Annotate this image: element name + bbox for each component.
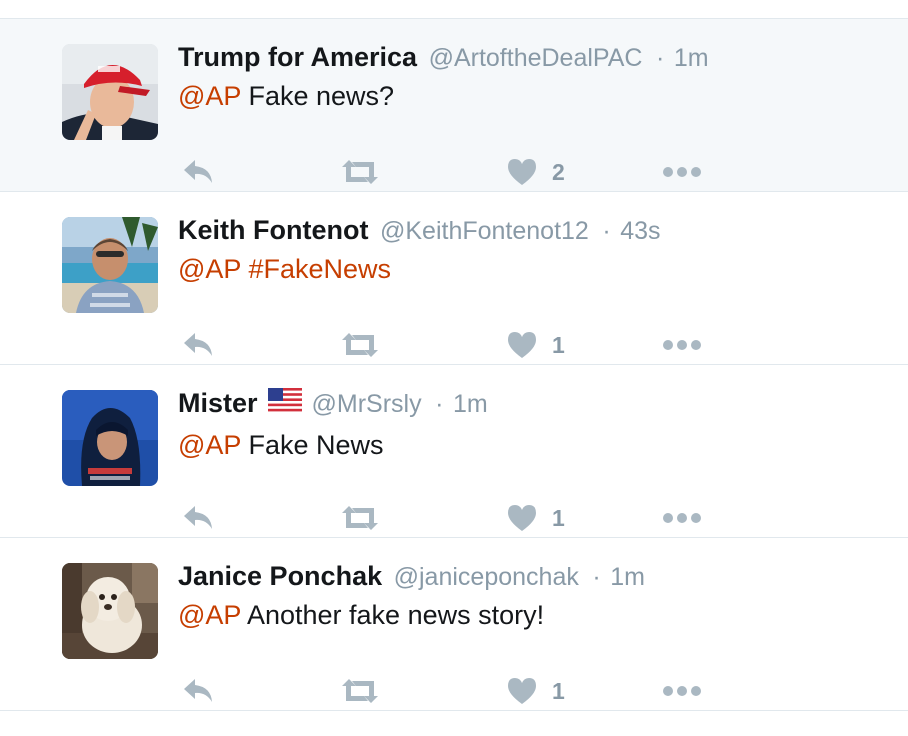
tweet-separator: · [602,217,611,245]
retweet-icon [342,679,378,703]
retweet-icon [342,333,378,357]
tweet-author-name[interactable]: Janice Ponchak [178,561,382,591]
heart-icon [508,505,536,531]
avatar-hooded-swimmer-image [62,390,158,486]
tweet-timestamp[interactable]: 1m [674,44,709,72]
like-count: 2 [552,158,565,185]
tweet-actions: 1 [178,674,738,708]
tweet-body: Fake News [240,430,384,460]
avatar[interactable] [62,44,158,140]
timeline-top-spacer [0,0,908,19]
tweet-item[interactable]: Janice Ponchak @janiceponchak · 1m @AP A… [0,538,908,711]
mention-link[interactable]: @AP [178,430,241,460]
tweet-text: @AP Fake news? [178,78,888,114]
tweet-author-name[interactable]: Mister [178,388,258,418]
tweet-header: Mister @MrSrsly · 1m [178,383,888,427]
tweet-username[interactable]: @KeithFontenot12 [380,217,589,245]
hashtag-link[interactable]: #FakeNews [248,254,391,284]
tweet-item[interactable]: Trump for America @ArtoftheDealPAC · 1m … [0,19,908,192]
tweet-body: Fake news? [240,81,395,111]
reply-icon [184,333,212,356]
reply-button[interactable] [182,501,216,535]
tweet-body: Another fake news story! [240,600,545,630]
retweet-button[interactable] [340,155,380,189]
tweet-timestamp[interactable]: 1m [610,563,645,591]
tweet-item[interactable]: Keith Fontenot @KeithFontenot12 · 43s @A… [0,192,908,365]
avatar-red-cap-image [62,44,158,140]
more-button[interactable] [662,674,702,708]
heart-icon [508,678,536,704]
tweet-separator: · [656,44,665,72]
avatar[interactable] [62,217,158,313]
us-flag-icon [267,383,302,423]
reply-icon [184,160,212,183]
retweet-icon [342,506,378,530]
mention-link[interactable]: @AP [178,81,241,111]
heart-icon [508,159,536,185]
mention-link[interactable]: @AP [178,254,241,284]
tweet-text: @AP Another fake news story! [178,597,888,633]
retweet-button[interactable] [340,328,380,362]
tweet-header: Trump for America @ArtoftheDealPAC · 1m [178,37,888,78]
tweet-author-name[interactable]: Trump for America [178,42,417,72]
mention-link[interactable]: @AP [178,600,241,630]
heart-icon [508,332,536,358]
like-button[interactable]: 2 [506,155,565,189]
tweet-content: Janice Ponchak @janiceponchak · 1m @AP A… [178,556,888,633]
tweet-timestamp[interactable]: 43s [620,217,660,245]
like-count: 1 [552,504,565,531]
tweet-username[interactable]: @ArtoftheDealPAC [429,44,643,72]
tweet-separator: · [435,390,444,419]
more-dots-icon [663,340,701,350]
tweet-actions: 1 [178,501,738,535]
like-count: 1 [552,331,565,358]
retweet-button[interactable] [340,501,380,535]
reply-icon [184,679,212,702]
like-button[interactable]: 1 [506,328,565,362]
more-dots-icon [663,686,701,696]
reply-button[interactable] [182,155,216,189]
reply-button[interactable] [182,674,216,708]
tweet-header: Keith Fontenot @KeithFontenot12 · 43s [178,210,888,251]
tweet-separator: · [592,563,601,591]
retweet-icon [342,160,378,184]
like-button[interactable]: 1 [506,501,565,535]
avatar-man-pool-image [62,217,158,313]
tweet-text: @AP #FakeNews [178,251,888,287]
more-dots-icon [663,167,701,177]
more-button[interactable] [662,155,702,189]
tweet-header: Janice Ponchak @janiceponchak · 1m [178,556,888,597]
avatar[interactable] [62,390,158,486]
avatar-dog-image [62,563,158,659]
like-count: 1 [552,677,565,704]
timeline: Trump for America @ArtoftheDealPAC · 1m … [0,19,908,711]
tweet-content: Trump for America @ArtoftheDealPAC · 1m … [178,37,888,114]
avatar[interactable] [62,563,158,659]
more-dots-icon [663,513,701,523]
reply-icon [184,506,212,529]
tweet-content: Mister @MrSrsly · 1m @AP Fake News [178,383,888,463]
retweet-button[interactable] [340,674,380,708]
tweet-text: @AP Fake News [178,427,888,463]
more-button[interactable] [662,328,702,362]
more-button[interactable] [662,501,702,535]
tweet-username[interactable]: @MrSrsly [312,390,422,418]
tweet-username[interactable]: @janiceponchak [394,563,579,591]
tweet-content: Keith Fontenot @KeithFontenot12 · 43s @A… [178,210,888,287]
like-button[interactable]: 1 [506,674,565,708]
tweet-actions: 2 [178,155,738,189]
reply-button[interactable] [182,328,216,362]
tweet-timestamp[interactable]: 1m [453,390,488,418]
tweet-actions: 1 [178,328,738,362]
tweet-item[interactable]: Mister @MrSrsly · 1m @AP Fake News 1 [0,365,908,538]
tweet-author-name[interactable]: Keith Fontenot [178,215,368,245]
